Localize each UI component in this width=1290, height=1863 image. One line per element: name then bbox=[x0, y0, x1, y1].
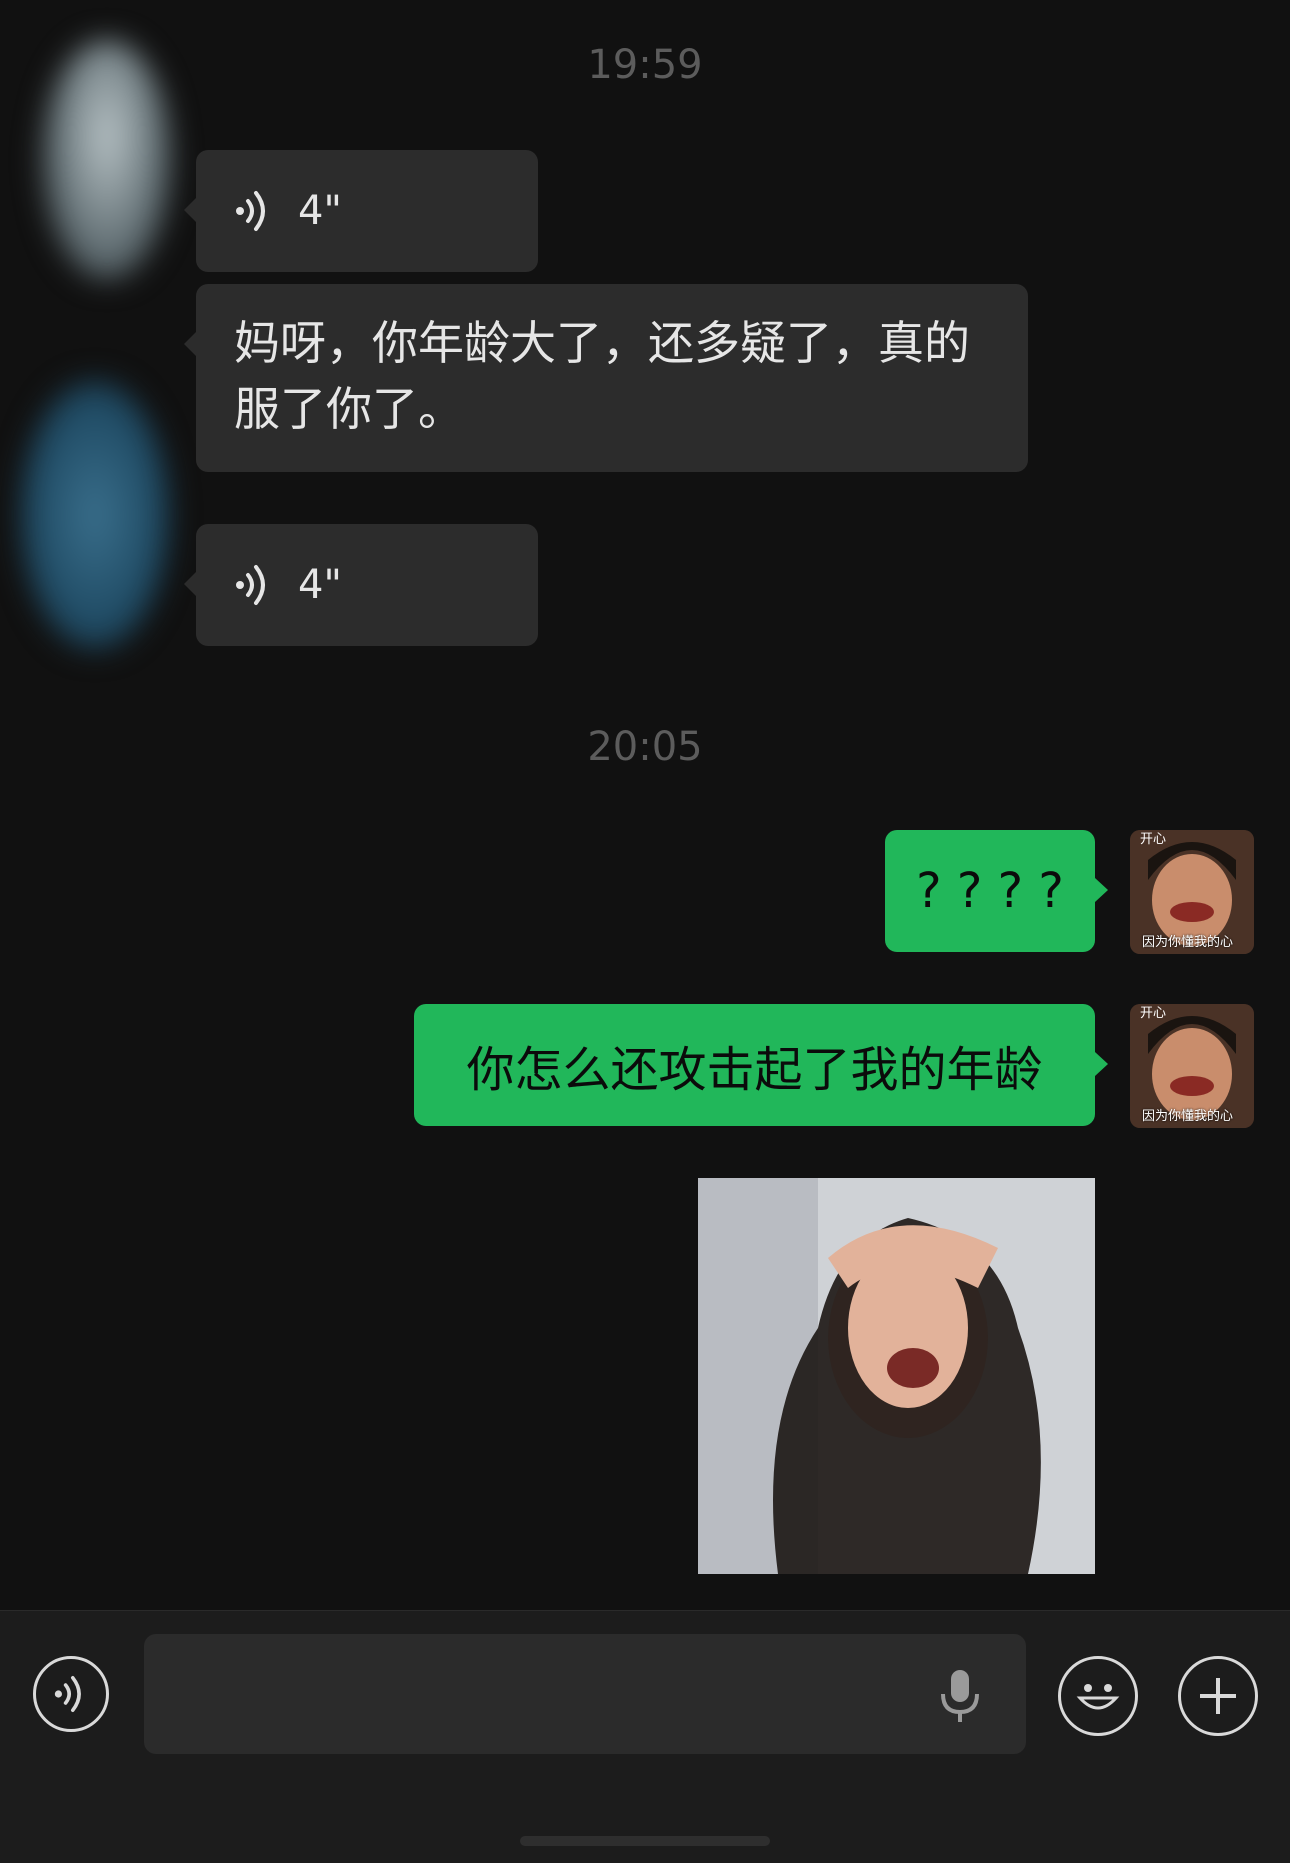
emoji-button[interactable] bbox=[1058, 1656, 1138, 1736]
emoji-icon bbox=[1076, 1684, 1120, 1710]
voice-duration: 4" bbox=[298, 562, 342, 608]
sticker-image bbox=[698, 1178, 1095, 1574]
voice-duration: 4" bbox=[298, 188, 342, 234]
plus-icon bbox=[1200, 1678, 1236, 1714]
more-button[interactable] bbox=[1178, 1656, 1258, 1736]
voice-wave-icon bbox=[54, 1676, 81, 1712]
message-input[interactable] bbox=[144, 1634, 1026, 1754]
text-message[interactable]: 妈呀，你年龄大了，还多疑了，真的服了你了。 bbox=[184, 284, 1028, 472]
voice-wave-icon bbox=[236, 565, 265, 605]
message-text: ? ? ? ? bbox=[916, 863, 1064, 919]
text-message[interactable]: ? ? ? ? bbox=[885, 830, 1108, 952]
voice-message[interactable]: 4" bbox=[184, 524, 538, 646]
my-avatar[interactable]: 开心 因为你懂我的心 bbox=[1130, 830, 1254, 954]
contact-avatar[interactable] bbox=[42, 40, 172, 280]
voice-message[interactable]: 4" bbox=[184, 150, 538, 272]
contact-avatar[interactable] bbox=[20, 380, 170, 650]
microphone-icon[interactable] bbox=[938, 1668, 982, 1728]
timestamp: 20:05 bbox=[587, 724, 703, 770]
my-avatar[interactable]: 开心 因为你懂我的心 bbox=[1130, 1004, 1254, 1128]
voice-wave-icon bbox=[236, 191, 265, 231]
home-indicator bbox=[520, 1836, 770, 1846]
image-message[interactable] bbox=[698, 1178, 1095, 1574]
text-message[interactable]: 你怎么还攻击起了我的年龄 bbox=[414, 1004, 1108, 1126]
timestamp: 19:59 bbox=[587, 42, 703, 88]
voice-toggle-button[interactable] bbox=[33, 1656, 109, 1732]
message-text: 妈呀，你年龄大了，还多疑了，真的服了你了。 bbox=[234, 316, 970, 436]
message-text: 你怎么还攻击起了我的年龄 bbox=[466, 1042, 1043, 1098]
